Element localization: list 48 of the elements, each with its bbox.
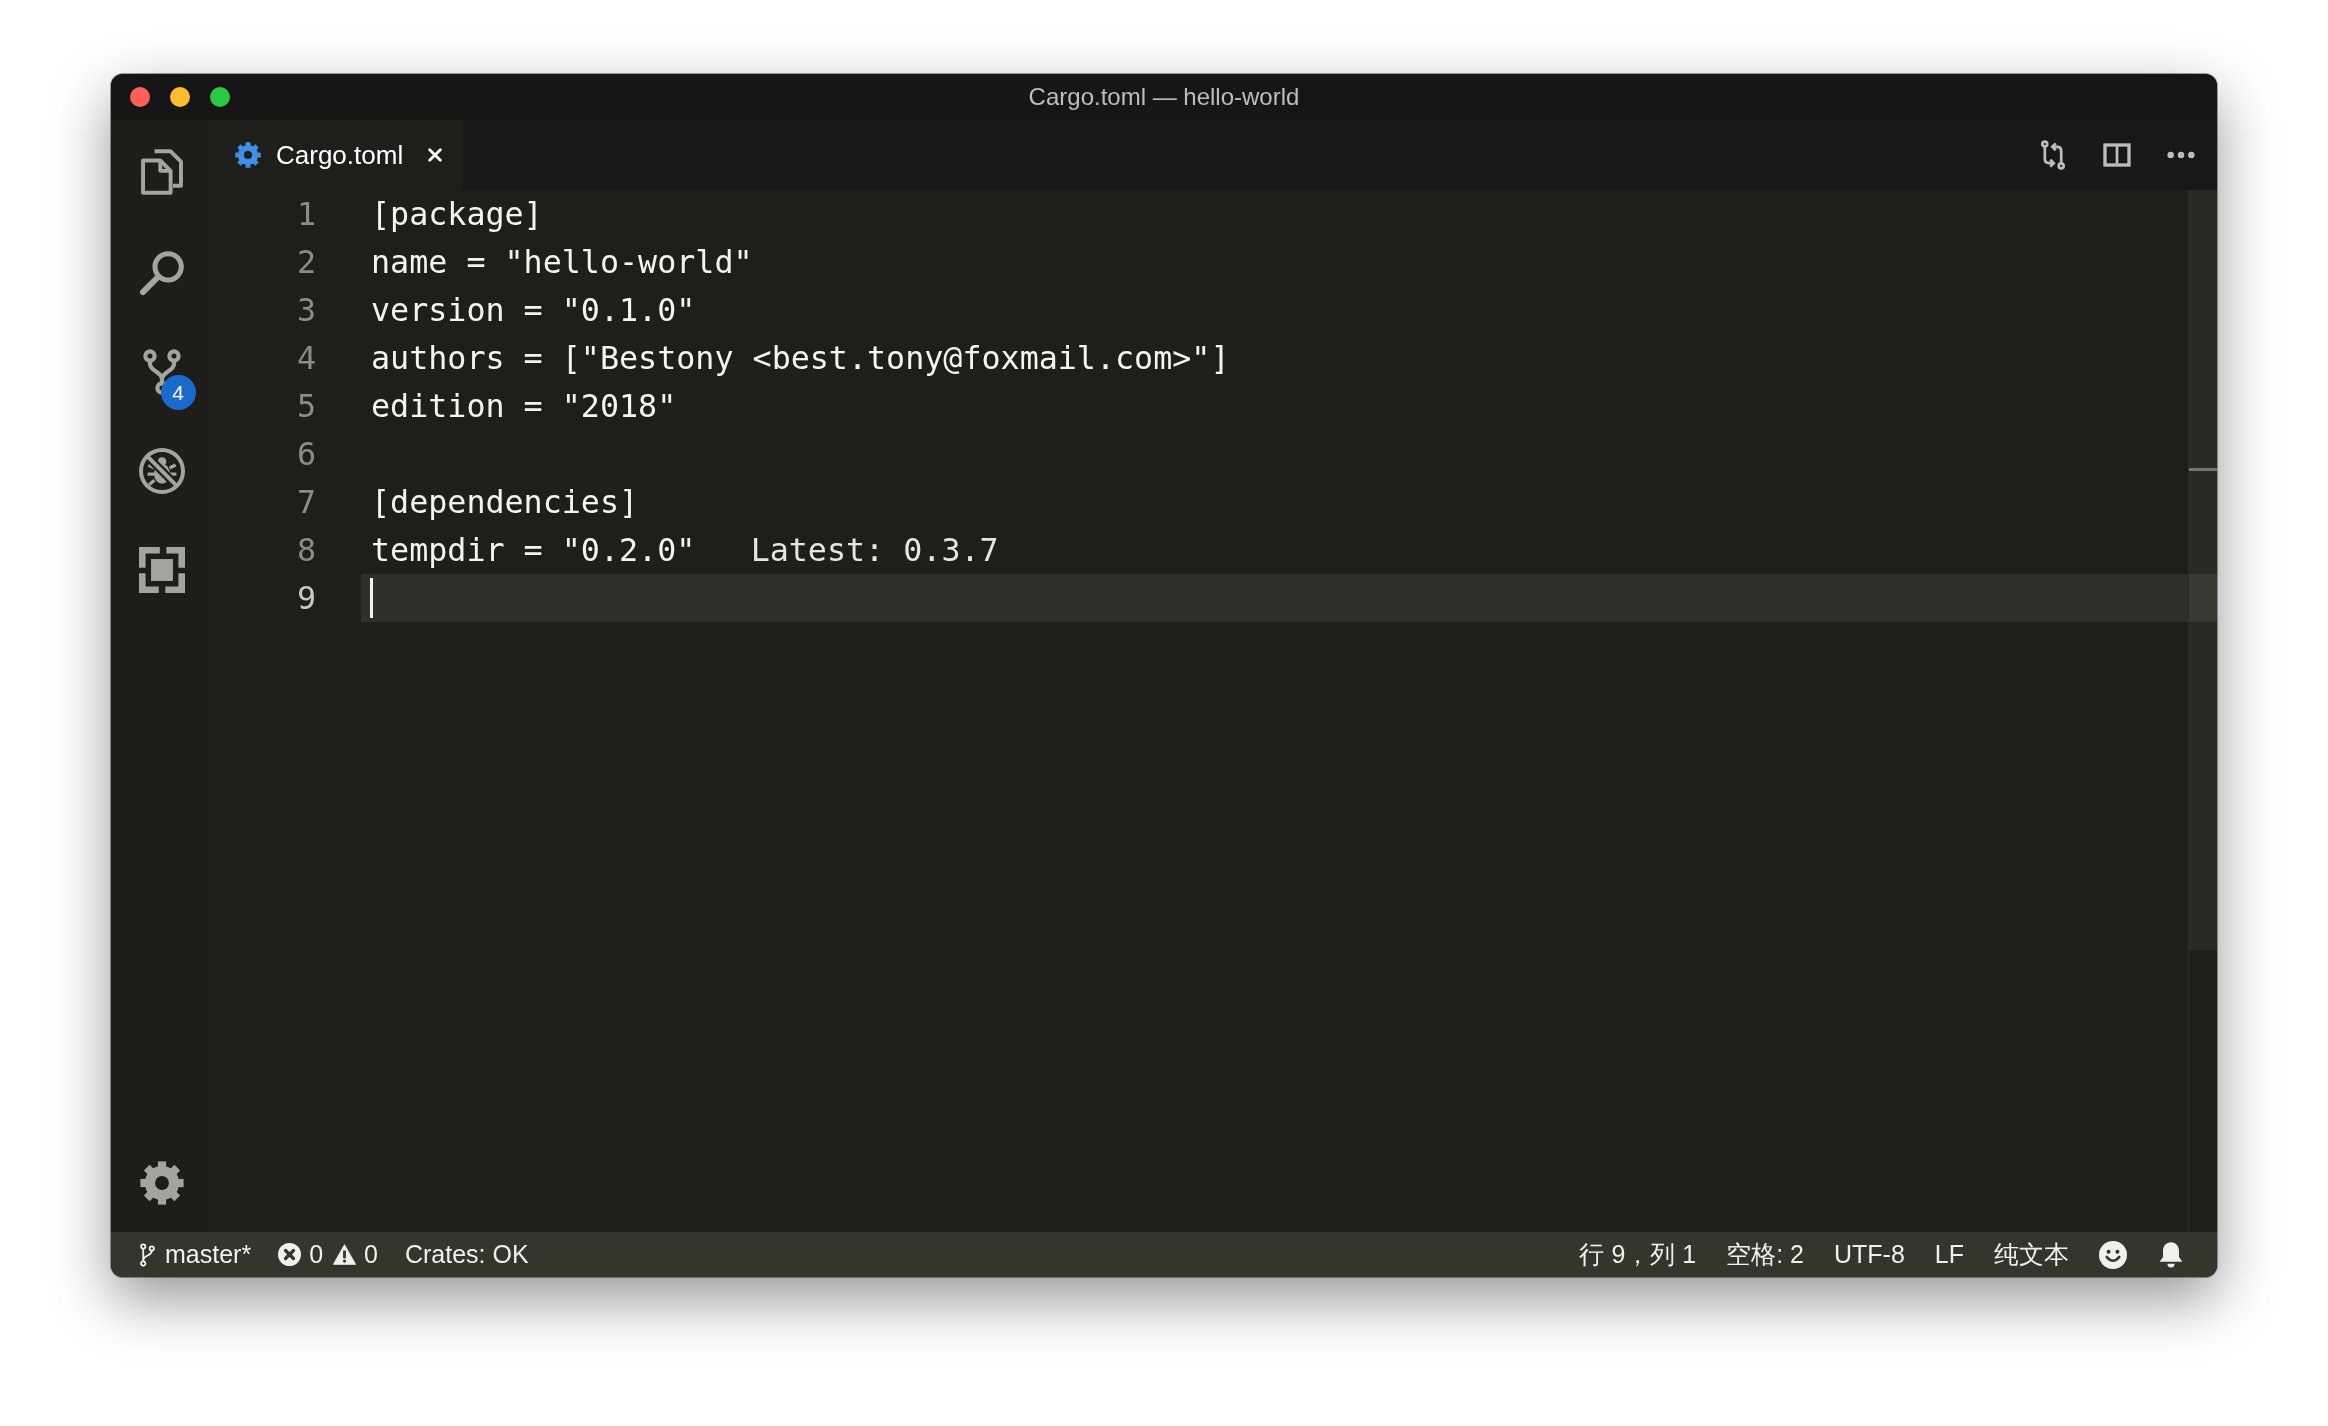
window-minimize-button[interactable] (170, 87, 190, 107)
problems-button[interactable]: 0 0 (278, 1240, 378, 1269)
indentation[interactable]: 空格: 2 (1726, 1238, 1804, 1271)
line-ending[interactable]: LF (1934, 1240, 1964, 1269)
two-columns-icon[interactable] (2103, 140, 2131, 170)
square-in-frame-icon[interactable] (138, 546, 185, 593)
window-zoom-button[interactable] (210, 87, 230, 107)
branch-button[interactable]: master* (140, 1240, 252, 1269)
window-close-button[interactable] (130, 87, 150, 107)
editor-tab[interactable]: Cargo.toml (212, 120, 463, 190)
code-line: tempdir = "0.2.0" (371, 531, 696, 570)
window-title: Cargo.toml — hello-world (1028, 83, 1300, 111)
line-number: 8 (295, 531, 317, 570)
line-number: 3 (295, 291, 317, 330)
code-line: version = "0.1.0" (371, 291, 696, 330)
line-number: 1 (295, 195, 317, 234)
swap-arrows-icon[interactable] (2039, 140, 2067, 170)
search-icon[interactable] (138, 249, 185, 296)
code-line: authors = ["Bestony <best.tony@foxmail.com>"] (371, 339, 1230, 378)
change-count-badge: 4 (160, 374, 196, 410)
line-number: 9 (295, 579, 317, 618)
branch-icon (140, 1242, 155, 1267)
close-icon[interactable] (428, 148, 443, 162)
scrollbar[interactable] (2189, 190, 2217, 950)
encoding[interactable]: UTF-8 (1834, 1240, 1905, 1269)
line-number: 7 (295, 483, 317, 522)
code-line: name = "hello-world" (371, 243, 753, 282)
version-hint: Latest: 0.3.7 (750, 531, 999, 570)
text-cursor (370, 578, 373, 618)
files-icon[interactable] (138, 148, 185, 195)
ellipsis-icon[interactable] (2167, 151, 2195, 159)
code-line: edition = "2018" (371, 387, 677, 426)
code-line: [dependencies] (371, 483, 639, 522)
cursor-position[interactable]: 行 9，列 1 (1579, 1238, 1697, 1271)
bell-icon[interactable] (2157, 1240, 2185, 1269)
gear-icon (235, 142, 261, 168)
crates-status[interactable]: Crates: OK (404, 1240, 529, 1269)
settings-icon[interactable] (139, 1160, 184, 1205)
code-line: [package] (371, 195, 543, 234)
bug-crossed-out-icon[interactable] (138, 447, 185, 494)
smiley-icon[interactable] (2099, 1240, 2127, 1269)
line-number: 4 (295, 339, 317, 378)
line-number: 5 (295, 387, 317, 426)
language-mode[interactable]: 纯文本 (1994, 1238, 2069, 1271)
line-number: 2 (295, 243, 317, 282)
warning-icon (333, 1243, 357, 1266)
line-number: 6 (295, 435, 317, 474)
error-icon (278, 1243, 302, 1266)
